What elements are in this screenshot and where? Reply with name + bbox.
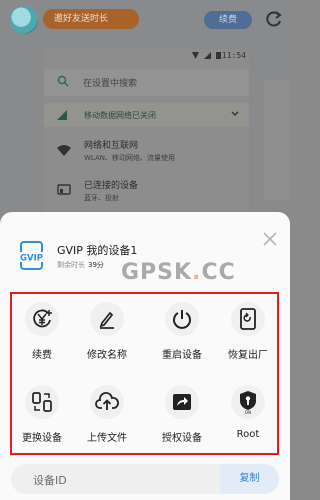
action-label: 上传文件	[87, 433, 127, 444]
devices-icon	[57, 184, 71, 195]
remaining-value: 39分	[88, 261, 104, 269]
battery-icon	[216, 52, 221, 59]
pencil-icon	[90, 302, 124, 336]
action-label: 授权设备	[162, 433, 202, 444]
root-shield-icon: ON	[231, 385, 265, 419]
status-bar: 11:54	[44, 49, 249, 63]
action-label: Root	[236, 429, 260, 440]
renew-button[interactable]: 续费	[204, 11, 252, 29]
share-authorize-icon	[165, 385, 199, 419]
action-label: 续费	[32, 350, 52, 361]
action-renew[interactable]: 续费	[12, 296, 72, 366]
device-name: GVIP 我的设备1	[57, 244, 138, 257]
wifi-icon	[57, 145, 71, 156]
power-icon	[165, 302, 199, 336]
watermark: GPSK.CC	[121, 260, 236, 285]
top-bar: 邀好友送时长 续费	[0, 0, 290, 40]
mobile-data-icon	[57, 110, 67, 120]
action-reboot[interactable]: 重启设备	[152, 296, 212, 366]
yuan-plus-icon	[25, 302, 59, 336]
mobile-data-text: 移动数据网络已关闭	[84, 111, 156, 120]
action-swap-device[interactable]: 更换设备	[12, 379, 72, 449]
remaining-label: 剩余时长	[57, 261, 85, 269]
swap-device-icon	[25, 385, 59, 419]
gvip-device-icon: GVIP	[15, 241, 48, 270]
action-label: 恢复出厂	[228, 350, 268, 361]
settings-item-title: 网络和互联网	[84, 141, 139, 151]
settings-search-input[interactable]: 在设置中搜索	[44, 69, 249, 96]
action-label: 修改名称	[87, 350, 127, 361]
copy-button[interactable]: 复制	[220, 464, 279, 494]
settings-item-network[interactable]: 网络和互联网 WLAN、移动网络、流量使用	[44, 135, 249, 169]
root-badge: ON	[245, 410, 251, 414]
invite-promo-button[interactable]: 邀好友送时长	[43, 9, 139, 29]
mobile-data-notice[interactable]: 移动数据网络已关闭	[44, 103, 249, 127]
remaining-time: 剩余时长 39分	[57, 260, 104, 270]
device-id-bar: 设备ID 复制	[11, 464, 279, 494]
settings-item-subtitle: 蓝牙、投射	[84, 194, 119, 202]
action-factory-reset[interactable]: 恢复出厂	[218, 296, 278, 366]
action-rename[interactable]: 修改名称	[77, 296, 137, 366]
cloud-upload-icon	[90, 385, 124, 419]
side-panel	[264, 80, 290, 200]
cloud-phone-screen[interactable]: 11:54 在设置中搜索 移动数据网络已关闭 网络和互联网 WLAN、移动网络、…	[44, 49, 249, 219]
signal-icon	[204, 52, 211, 59]
settings-item-connected-devices[interactable]: 已连接的设备 蓝牙、投射	[44, 175, 249, 209]
action-authorize-device[interactable]: 授权设备	[152, 379, 212, 449]
watermark-left: GPSK	[121, 260, 193, 285]
action-label: 重启设备	[162, 350, 202, 361]
wifi-icon	[192, 52, 199, 59]
refresh-icon[interactable]	[266, 10, 282, 28]
device-id-label: 设备ID	[33, 474, 67, 487]
action-label: 更换设备	[22, 433, 62, 444]
action-upload-file[interactable]: 上传文件	[77, 379, 137, 449]
action-root[interactable]: ON Root	[218, 379, 278, 449]
chevron-down-icon	[231, 111, 239, 116]
watermark-right: CC	[201, 260, 236, 285]
settings-item-title: 已连接的设备	[84, 181, 139, 191]
actions-highlight-frame: 续费 修改名称 重启设备 恢复出厂 更换设备 上传文件 授权设备 ON Root	[10, 292, 279, 455]
search-icon	[57, 75, 69, 87]
status-time: 11:54	[221, 51, 246, 60]
search-placeholder: 在设置中搜索	[83, 79, 138, 89]
device-actions-sheet: GVIP GVIP 我的设备1 剩余时长 39分 续费 修改名称 重启设备 恢复…	[0, 212, 290, 500]
factory-reset-icon	[231, 302, 265, 336]
gvip-badge: GVIP	[20, 254, 43, 264]
app-logo-icon	[10, 6, 38, 34]
close-icon[interactable]	[262, 231, 278, 247]
settings-item-subtitle: WLAN、移动网络、流量使用	[84, 154, 176, 162]
